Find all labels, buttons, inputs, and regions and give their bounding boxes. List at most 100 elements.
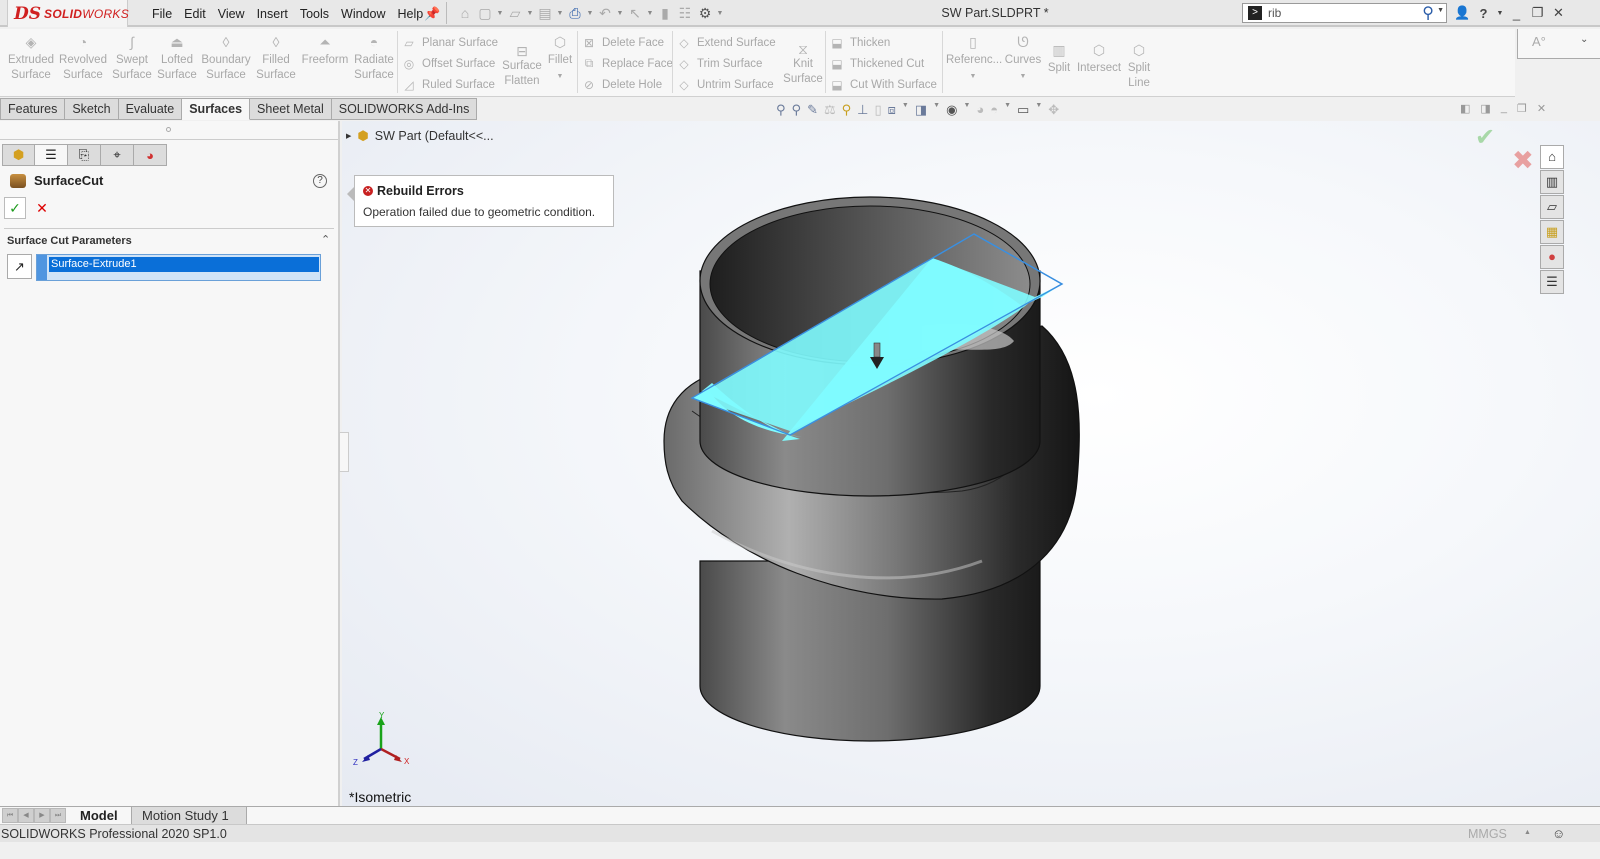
search-dropdown-icon[interactable]: ▼ <box>1437 7 1444 14</box>
rotate-icon[interactable]: ✥ <box>1048 102 1059 118</box>
delete-hole-button[interactable]: ⊘ Delete Hole <box>582 74 662 95</box>
unit-system[interactable]: MMGS <box>1468 827 1507 841</box>
undo-dropdown-icon[interactable]: ▼ <box>616 10 624 17</box>
save-icon[interactable]: ▤ <box>536 3 554 23</box>
expand-ribbon-icon[interactable]: ⌄ <box>1580 34 1588 45</box>
undo-icon[interactable]: ↶ <box>596 3 614 23</box>
help-menu-icon[interactable]: ? <box>1473 6 1494 21</box>
units-dropdown-icon[interactable]: ▲ <box>1524 829 1531 836</box>
replace-face-button[interactable]: ⧉ Replace Face <box>582 53 673 74</box>
rebuild-icon[interactable]: ▮ <box>656 3 674 23</box>
delete-face-button[interactable]: ⊠ Delete Face <box>582 32 664 53</box>
search-icon[interactable]: ⚲ <box>1422 3 1434 23</box>
select-dropdown-icon[interactable]: ▼ <box>646 10 654 17</box>
tile-right-icon[interactable]: ◨ <box>1480 102 1490 115</box>
tab-solidworks-add-ins[interactable]: SOLIDWORKS Add-Ins <box>331 98 478 120</box>
file-explorer-icon[interactable]: ▱ <box>1540 195 1564 219</box>
tab-motion-study-1[interactable]: Motion Study 1 <box>131 807 247 824</box>
new-document-icon[interactable]: ▢ <box>476 3 494 23</box>
open-folder-icon[interactable]: ▱ <box>506 3 524 23</box>
tab-features[interactable]: Features <box>0 98 66 120</box>
graphics-area[interactable]: ▶ ⬢ SW Part (Default<<... ✕ Rebuild Erro… <box>342 121 1600 806</box>
reference-geometry-dropdown-icon[interactable]: ▼ <box>970 73 977 80</box>
display-style-icon[interactable]: ◨ <box>915 102 927 118</box>
options-gear-icon[interactable]: ⚙ <box>696 3 714 23</box>
chevron-up-icon[interactable]: ⌃ <box>321 233 330 246</box>
curves-button[interactable]: ᘎ Curves ▼ <box>1003 31 1043 84</box>
last-tab-icon[interactable]: ⏭ <box>50 808 66 823</box>
menu-view[interactable]: View <box>212 7 251 21</box>
cancel-button[interactable]: ✕ <box>34 197 50 219</box>
flyout-feature-tree[interactable]: ▶ ⬢ SW Part (Default<<... <box>346 128 494 144</box>
freeform-button[interactable]: ⏶ Freeform <box>300 31 350 68</box>
filled-surface-button[interactable]: ◊ Filled Surface <box>254 31 298 83</box>
selected-surface-item[interactable]: Surface-Extrude1 <box>49 257 319 272</box>
hide-show-items-icon[interactable]: ◉ <box>946 102 957 118</box>
reverse-direction-button[interactable]: ↗ <box>7 254 32 279</box>
part-name[interactable]: SW Part (Default<<... <box>375 129 494 143</box>
featuremanager-tab[interactable]: ⬢ <box>2 144 35 166</box>
home-icon[interactable]: ⌂ <box>456 3 474 23</box>
first-tab-icon[interactable]: ⏮ <box>2 808 18 823</box>
surface-flatten-button[interactable]: ⊟ Surface Flatten <box>500 43 544 89</box>
view-settings-dropdown-icon[interactable]: ▼ <box>1035 102 1042 118</box>
tab-sheet-metal[interactable]: Sheet Metal <box>250 98 332 120</box>
knit-surface-button[interactable]: ⧖ Knit Surface <box>781 41 825 87</box>
tile-left-icon[interactable]: ◧ <box>1460 102 1470 115</box>
menu-file[interactable]: File <box>146 7 178 21</box>
trim-surface-button[interactable]: ◇ Trim Surface <box>677 53 762 74</box>
solidworks-resources-icon[interactable]: ⌂ <box>1540 145 1564 169</box>
extruded-surface-button[interactable]: ◈ Extruded Surface <box>4 31 58 83</box>
ok-button[interactable]: ✓ <box>4 197 26 219</box>
expand-arrow-icon[interactable]: ▶ <box>346 132 351 140</box>
intersect-button[interactable]: ⬡ Intersect <box>1076 39 1122 76</box>
configurationmanager-tab[interactable]: ⎘ <box>68 144 101 166</box>
dynamic-annotation-icon[interactable]: ⚲ <box>842 102 852 118</box>
view-orientation-normal-icon[interactable]: ⊥ <box>857 102 868 118</box>
design-library-icon[interactable]: ▥ <box>1540 170 1564 194</box>
menu-tools[interactable]: Tools <box>294 7 335 21</box>
previous-tab-icon[interactable]: ◀ <box>18 808 34 823</box>
lofted-surface-button[interactable]: ⏏ Lofted Surface <box>155 31 199 83</box>
split-button[interactable]: ▥ Split <box>1044 39 1074 76</box>
save-dropdown-icon[interactable]: ▼ <box>556 10 564 17</box>
menu-edit[interactable]: Edit <box>178 7 212 21</box>
quick-tips-icon[interactable]: ☺ <box>1552 826 1565 841</box>
custom-properties-icon[interactable]: ☰ <box>1540 270 1564 294</box>
search-commands-box[interactable]: > ⚲ ▼ <box>1242 3 1447 23</box>
apply-scene-icon[interactable]: ◓ <box>990 102 998 118</box>
viewport-close-icon[interactable]: ✕ <box>1537 102 1546 115</box>
fillet-dropdown-icon[interactable]: ▼ <box>557 73 564 80</box>
zoom-to-area-icon[interactable]: ⚲ <box>792 102 802 118</box>
tab-sketch[interactable]: Sketch <box>65 98 119 120</box>
panel-splitter-handle[interactable] <box>339 432 349 472</box>
close-icon[interactable]: ✕ <box>1548 5 1569 21</box>
viewport-restore-icon[interactable]: ❐ <box>1517 102 1527 115</box>
text-style-icon[interactable]: A° <box>1532 34 1546 49</box>
ruled-surface-button[interactable]: ◿ Ruled Surface <box>402 74 495 95</box>
tab-model[interactable]: Model <box>70 807 128 824</box>
viewport-minimize-icon[interactable]: _ <box>1501 102 1507 115</box>
menu-insert[interactable]: Insert <box>251 7 294 21</box>
fillet-button[interactable]: ⬡ Fillet ▼ <box>546 31 574 84</box>
tab-evaluate[interactable]: Evaluate <box>118 98 183 120</box>
menu-window[interactable]: Window <box>335 7 391 21</box>
print-icon[interactable]: ⎙ <box>566 3 584 23</box>
section-view-icon[interactable]: ⚖ <box>824 102 836 118</box>
previous-view-icon[interactable]: ✎ <box>807 102 818 118</box>
view-orientation-dropdown-icon[interactable]: ▼ <box>902 102 909 118</box>
hide-show-dropdown-icon[interactable]: ▼ <box>963 102 970 118</box>
revolved-surface-button[interactable]: ◔ Revolved Surface <box>58 31 108 83</box>
open-dropdown-icon[interactable]: ▼ <box>526 10 534 17</box>
options-dropdown-icon[interactable]: ▼ <box>716 10 724 17</box>
help-dropdown-icon[interactable]: ▼ <box>1494 10 1506 17</box>
curves-dropdown-icon[interactable]: ▼ <box>1020 73 1027 80</box>
radiate-surface-button[interactable]: ◓ Radiate Surface <box>352 31 396 83</box>
file-properties-icon[interactable]: ☷ <box>676 3 694 23</box>
user-account-icon[interactable]: 👤 <box>1452 5 1473 21</box>
display-manager-tab[interactable]: ◕ <box>134 144 167 166</box>
planar-surface-button[interactable]: ▱ Planar Surface <box>402 32 498 53</box>
thickened-cut-button[interactable]: ⬓ Thickened Cut <box>830 53 924 74</box>
appearances-icon[interactable]: ● <box>1540 245 1564 269</box>
search-input[interactable] <box>1268 6 1398 20</box>
